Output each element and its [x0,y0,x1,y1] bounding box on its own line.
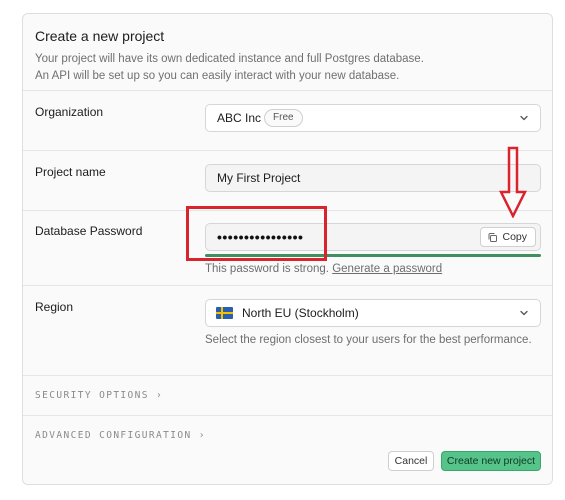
plan-badge: Free [264,109,303,127]
organization-section: Organization ABC Inc Free [23,91,552,151]
create-project-button[interactable]: Create new project [441,451,541,471]
region-select[interactable]: North EU (Stockholm) [205,299,541,327]
organization-select[interactable]: ABC Inc Free [205,104,541,132]
copy-button[interactable]: Copy [480,227,536,247]
region-section: Region North EU (Stockholm) Select the r… [23,286,552,376]
project-name-label: Project name [35,165,106,179]
security-options-toggle[interactable]: SECURITY OPTIONS › [35,390,163,401]
region-help: Select the region closest to your users … [205,334,532,346]
security-options-section[interactable]: SECURITY OPTIONS › [23,376,552,416]
card-header: Create a new project Your project will h… [23,14,552,91]
chevron-down-icon [520,115,528,121]
organization-value: ABC Inc [217,111,262,125]
cancel-button[interactable]: Cancel [388,451,434,471]
page-title: Create a new project [35,28,165,44]
password-help: This password is strong. Generate a pass… [205,263,442,275]
project-name-value: My First Project [217,171,301,185]
region-label: Region [35,300,74,314]
project-name-section: Project name My First Project [23,151,552,211]
annotation-highlight-box [186,206,327,261]
organization-label: Organization [35,105,104,119]
sweden-flag-icon [216,307,233,319]
copy-label: Copy [502,231,527,243]
description-line-1: Your project will have its own dedicated… [35,53,424,65]
generate-password-link[interactable]: Generate a password [332,263,442,275]
region-value: North EU (Stockholm) [242,306,359,320]
copy-icon [488,232,498,242]
annotation-down-arrow-icon [499,146,527,218]
password-strength-text: This password is strong. [205,263,329,275]
description-line-2: An API will be set up so you can easily … [35,70,400,82]
chevron-down-icon [520,310,528,316]
card-footer: Cancel Create new project [23,440,552,484]
project-name-input[interactable]: My First Project [205,164,541,192]
password-label: Database Password [35,224,143,238]
page-description: Your project will have its own dedicated… [35,51,540,85]
